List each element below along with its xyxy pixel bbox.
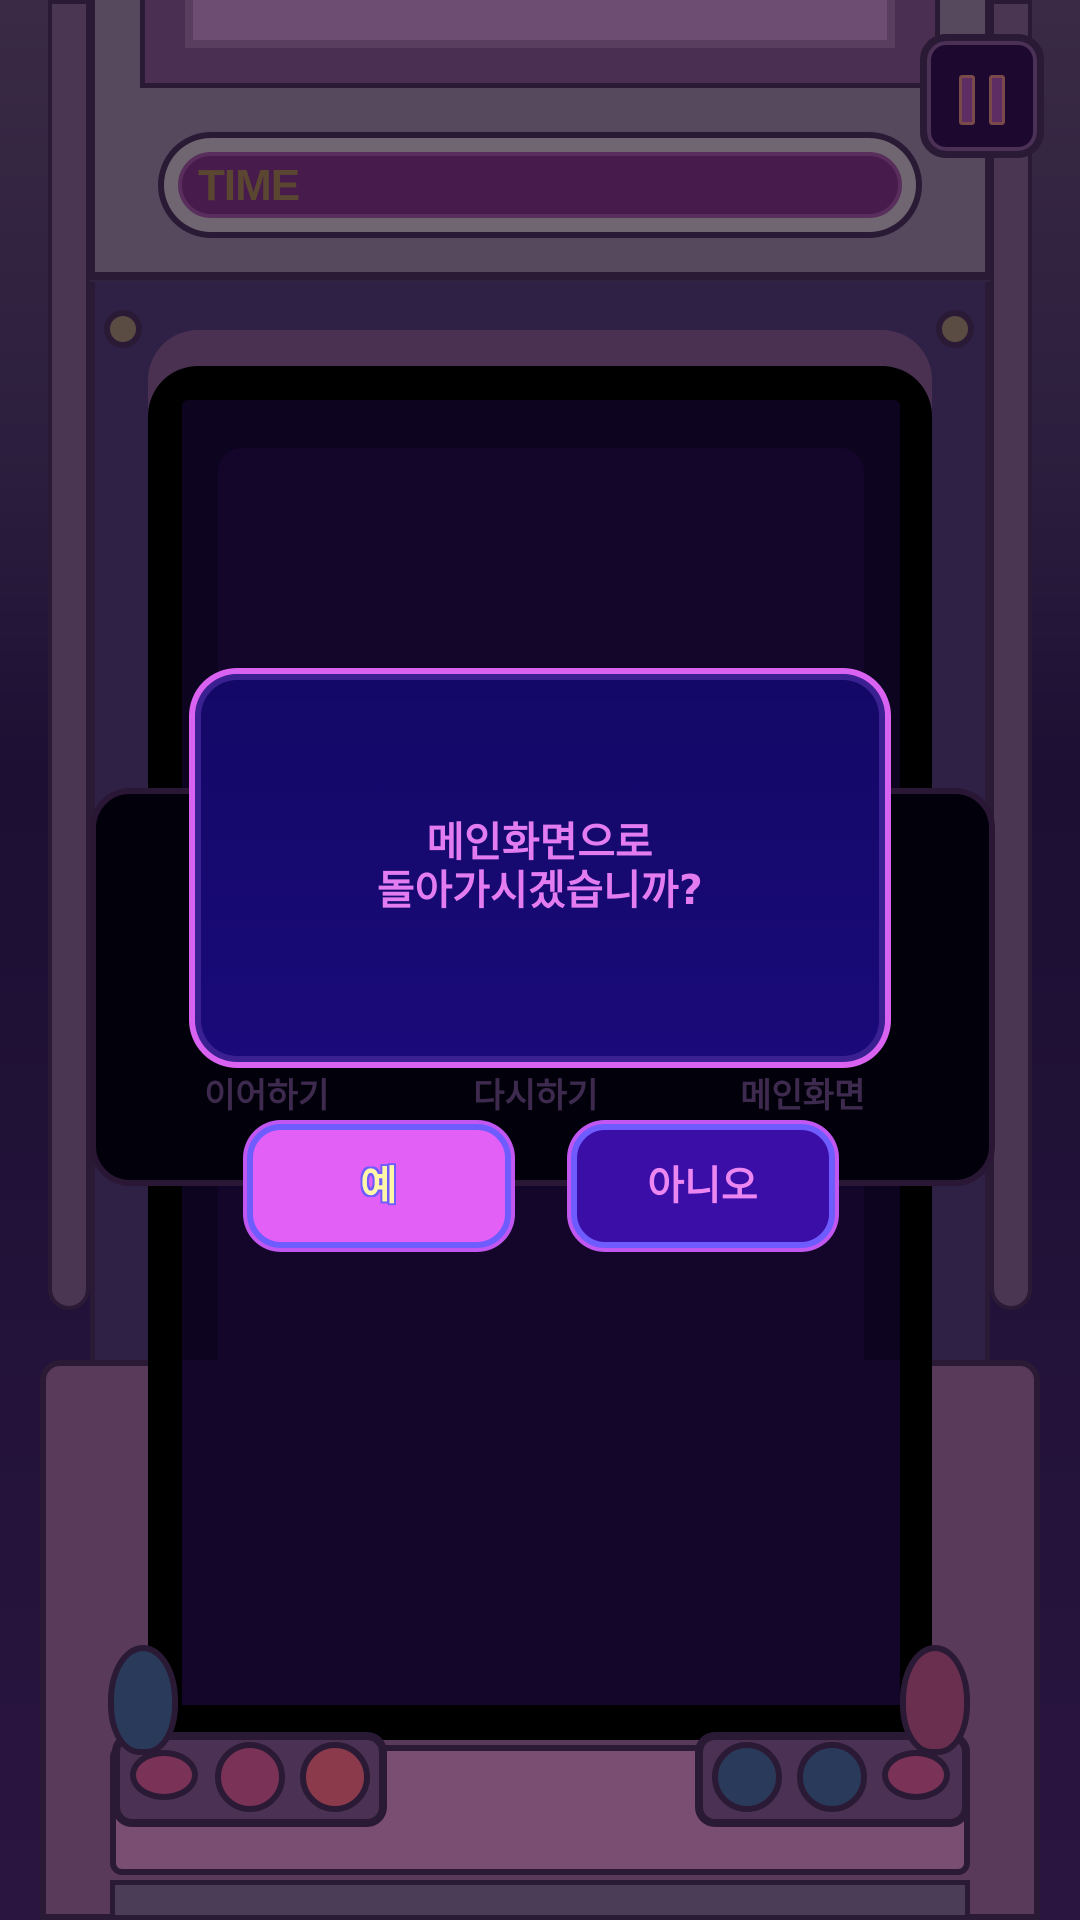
no-button[interactable]: 아니오 xyxy=(571,1124,835,1248)
right-button-1[interactable] xyxy=(712,1742,782,1812)
screw-left xyxy=(104,310,142,348)
left-joystick-base xyxy=(130,1750,198,1800)
screen-lower-inner xyxy=(182,1360,900,1705)
right-joystick-icon[interactable] xyxy=(900,1645,970,1755)
dialog-message-line2: 돌아가시겠습니까? xyxy=(377,866,703,914)
continue-option: 이어하기 xyxy=(204,1076,330,1116)
dialog-message-line1: 메인화면으로 xyxy=(426,818,654,866)
left-joystick-icon[interactable] xyxy=(108,1645,178,1755)
yes-button[interactable]: 예 xyxy=(247,1124,511,1248)
pause-icon-bar-right xyxy=(989,75,1005,125)
left-button-2[interactable] xyxy=(300,1742,370,1812)
cabinet-left-rail xyxy=(48,0,90,1310)
cabinet-floor xyxy=(110,1880,970,1920)
right-button-2[interactable] xyxy=(797,1742,867,1812)
pause-button[interactable] xyxy=(920,34,1044,158)
screen-lower xyxy=(148,1360,932,1740)
cabinet-right-rail xyxy=(990,0,1032,1310)
right-joystick-base xyxy=(882,1750,950,1800)
time-label: TIME xyxy=(198,161,300,210)
screw-right xyxy=(936,310,974,348)
dialog-message: 메인화면으로 돌아가시겠습니까? xyxy=(189,818,891,914)
cabinet-marquee-inner xyxy=(185,0,895,48)
restart-option: 다시하기 xyxy=(473,1076,599,1116)
pause-icon xyxy=(959,75,975,125)
left-button-1[interactable] xyxy=(215,1742,285,1812)
main-menu-option: 메인화면 xyxy=(740,1076,866,1116)
